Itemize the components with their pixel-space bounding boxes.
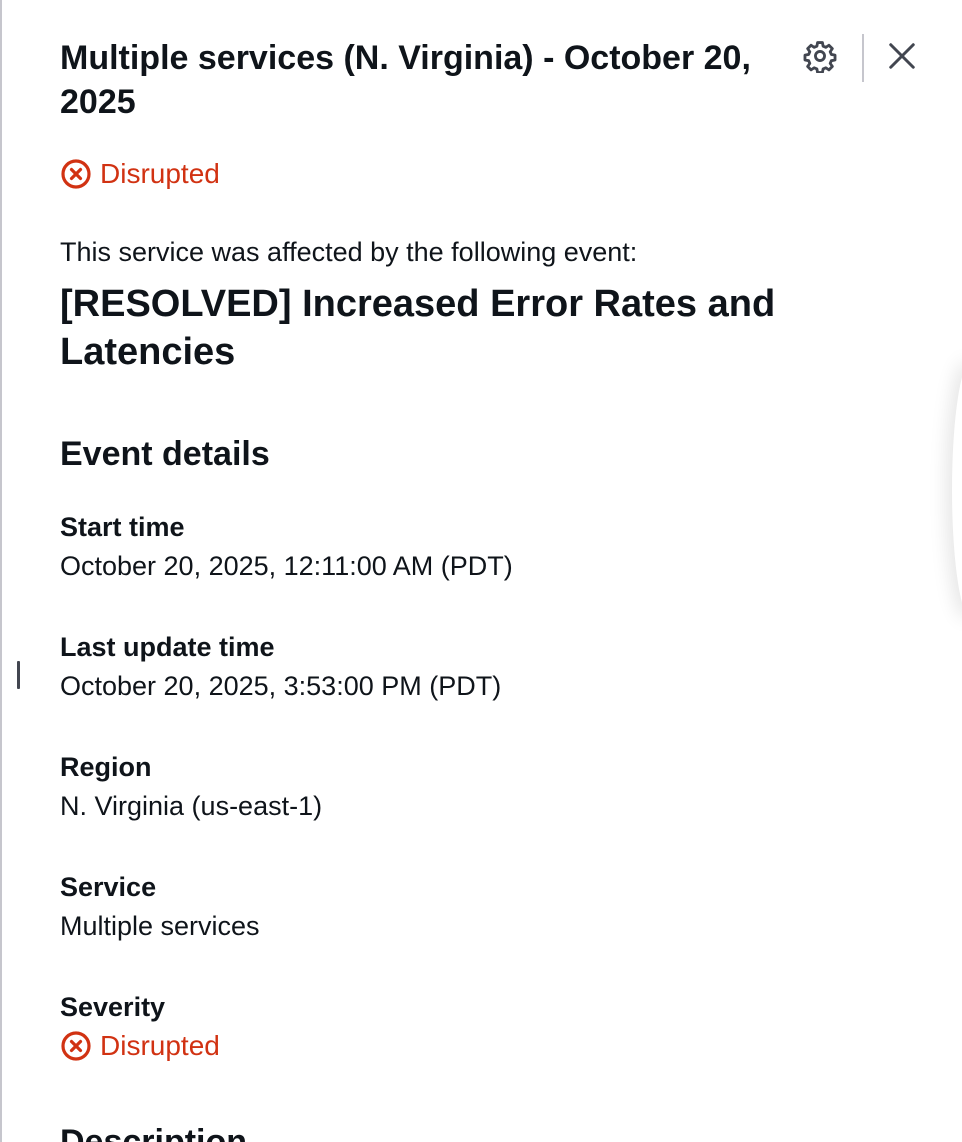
- last-update-time-label: Last update time: [60, 632, 275, 662]
- error-circle-icon: [60, 1030, 92, 1062]
- region-field: Region N. Virginia (us-east-1): [60, 748, 322, 826]
- start-time-label: Start time: [60, 512, 185, 542]
- close-button[interactable]: [878, 34, 926, 82]
- description-heading: Description: [60, 1123, 248, 1142]
- page-title: Multiple services (N. Virginia) - Octobe…: [60, 39, 751, 121]
- service-field: Service Multiple services: [60, 868, 260, 946]
- resize-handle[interactable]: [17, 661, 20, 689]
- service-label: Service: [60, 872, 157, 902]
- gear-icon: [803, 39, 837, 78]
- event-detail-panel: Multiple services (N. Virginia) - Octobe…: [0, 0, 962, 1142]
- intro-text: This service was affected by the followi…: [60, 237, 638, 267]
- start-time-value: October 20, 2025, 12:11:00 AM (PDT): [60, 551, 513, 581]
- error-circle-icon: [60, 158, 92, 190]
- event-title: [RESOLVED] Increased Error Rates and Lat…: [60, 283, 776, 373]
- status-label: Disrupted: [100, 158, 220, 189]
- region-value: N. Virginia (us-east-1): [60, 791, 323, 821]
- event-details-heading: Event details: [60, 435, 270, 473]
- start-time-field: Start time October 20, 2025, 12:11:00 AM…: [60, 508, 513, 586]
- panel-header: Multiple services (N. Virginia) - Octobe…: [60, 36, 760, 124]
- service-value: Multiple services: [60, 911, 260, 941]
- severity-field: Severity Disrupted: [60, 988, 220, 1064]
- region-label: Region: [60, 752, 152, 782]
- settings-button[interactable]: [796, 34, 844, 82]
- severity-label: Severity: [60, 992, 166, 1022]
- header-actions: [796, 34, 926, 82]
- severity-value: Disrupted: [100, 1030, 220, 1061]
- status-indicator: Disrupted: [60, 156, 220, 192]
- severity-status: Disrupted: [60, 1028, 220, 1064]
- last-update-time-field: Last update time October 20, 2025, 3:53:…: [60, 628, 501, 706]
- side-shadow: [952, 360, 962, 620]
- header-divider: [862, 34, 864, 82]
- last-update-time-value: October 20, 2025, 3:53:00 PM (PDT): [60, 671, 502, 701]
- close-icon: [887, 41, 917, 76]
